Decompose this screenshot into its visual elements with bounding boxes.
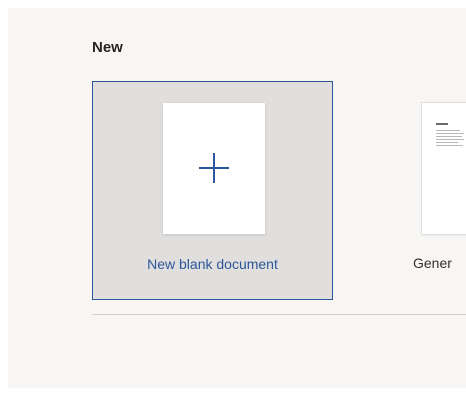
blank-page-thumbnail [163, 103, 265, 234]
new-document-panel: New New blank document Gener [8, 8, 466, 388]
new-blank-document-tile[interactable]: New blank document [92, 81, 333, 300]
section-title: New [92, 39, 123, 56]
template-thumbnail [422, 103, 466, 234]
template-tile[interactable]: Gener [410, 81, 466, 300]
template-label: Gener [413, 255, 452, 271]
plus-icon [199, 153, 229, 183]
divider [92, 314, 466, 315]
new-blank-document-label: New blank document [147, 256, 278, 272]
